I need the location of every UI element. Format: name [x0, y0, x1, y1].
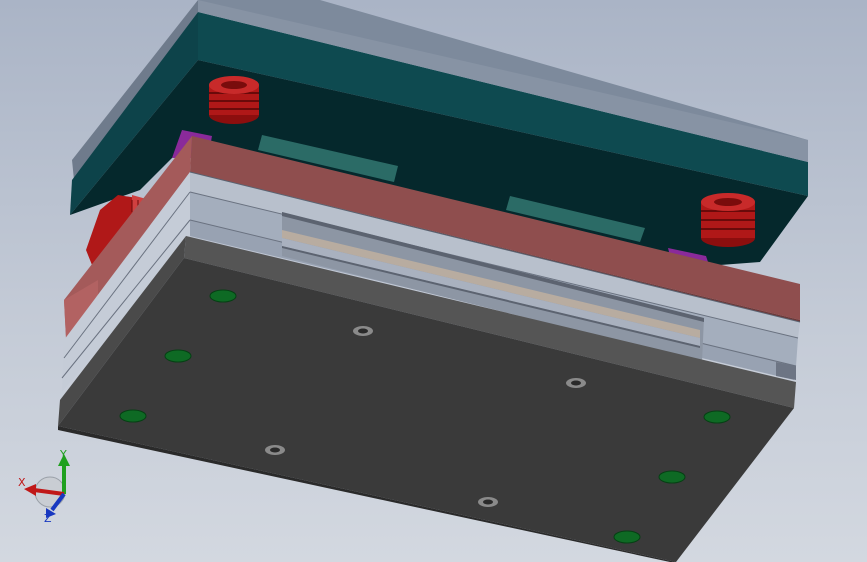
green-hole: [613, 530, 641, 544]
graphics-viewport[interactable]: Y X Z: [0, 0, 867, 562]
green-hole: [119, 409, 147, 423]
green-hole: [164, 349, 192, 363]
triad-z-label: Z: [44, 512, 52, 524]
orientation-triad[interactable]: Y X Z: [14, 448, 78, 524]
screw-hole: [265, 445, 285, 455]
mold-assembly-model[interactable]: [0, 0, 867, 562]
green-hole: [703, 410, 731, 424]
triad-y-label: Y: [59, 448, 67, 461]
green-hole: [658, 470, 686, 484]
screw-hole: [353, 326, 373, 336]
screw-hole: [478, 497, 498, 507]
spring-right: [701, 193, 755, 247]
screw-hole: [566, 378, 586, 388]
x-axis-arrow: [24, 484, 36, 496]
triad-x-label: X: [18, 476, 26, 489]
spring-top-left: [209, 76, 259, 124]
green-hole: [209, 289, 237, 303]
